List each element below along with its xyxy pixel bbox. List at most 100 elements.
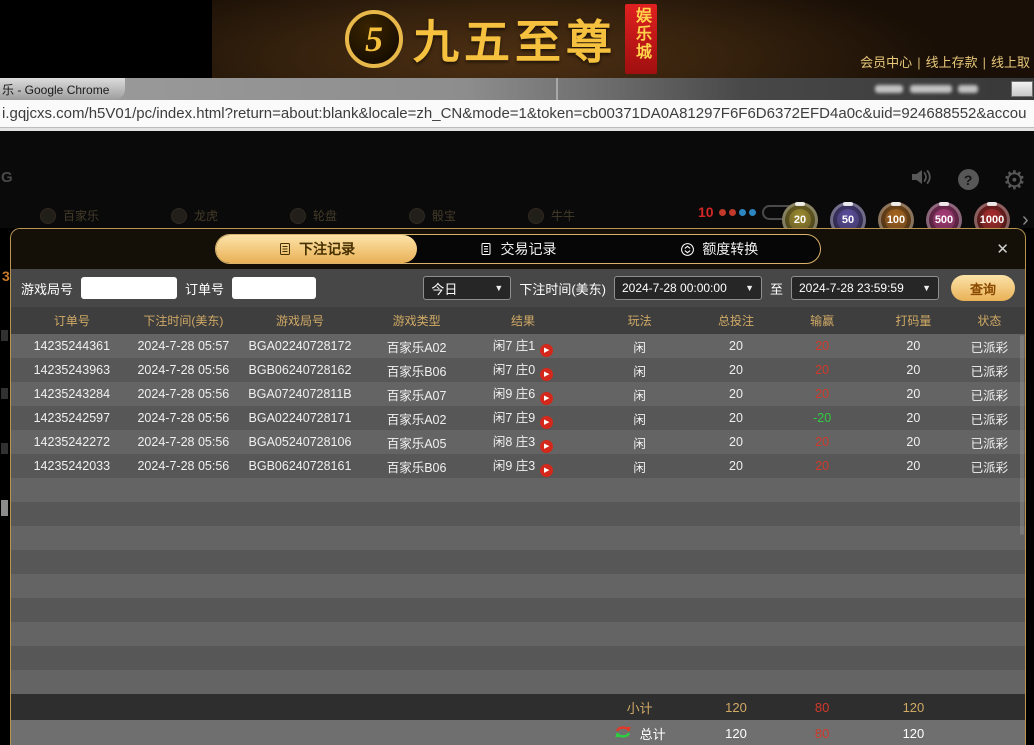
page-edge-blob bbox=[1, 500, 8, 516]
order-label: 订单号 bbox=[185, 281, 225, 297]
blurred-text bbox=[910, 85, 952, 93]
modal-tabs: 下注记录 交易记录 额度转换 bbox=[215, 234, 821, 264]
lobby-nav-item: 轮盘 bbox=[290, 207, 337, 224]
screen: 5 九五至尊 娱乐城 会员中心 | 线上存款 | 线上取 乐 - Google Chro… bbox=[0, 0, 1034, 745]
empty-row bbox=[11, 646, 1025, 670]
blurred-text bbox=[958, 85, 978, 93]
column-header: 下注时间(美东) bbox=[143, 314, 224, 328]
lobby-nav-item: 骰宝 bbox=[409, 207, 456, 224]
game-window: G ? ⚙ 百家乐 龙虎 轮盘 骰宝 牛牛 10 20 50 100 500 1000 › bbox=[0, 131, 1034, 238]
replay-icon[interactable]: ▶ bbox=[540, 391, 554, 405]
game-icon bbox=[290, 207, 307, 224]
header-link[interactable]: 线上取 bbox=[991, 55, 1030, 70]
to-label: 至 bbox=[769, 281, 783, 297]
column-header: 订单号 bbox=[53, 314, 90, 328]
volume-icon[interactable] bbox=[910, 167, 934, 192]
progress-dot bbox=[728, 208, 736, 216]
lobby-nav: 百家乐 龙虎 轮盘 骰宝 牛牛 bbox=[40, 207, 575, 224]
table-row: 14235243963 2024-7-28 05:56 BGB06240728162… bbox=[11, 358, 1025, 382]
table-body: 14235244361 2024-7-28 05:57 BGA02240728172… bbox=[11, 334, 1025, 694]
empty-row bbox=[11, 550, 1025, 574]
replay-icon[interactable]: ▶ bbox=[540, 367, 554, 381]
settings-icon[interactable]: ⚙ bbox=[1003, 167, 1026, 193]
subtotal-bet: 120 bbox=[725, 699, 747, 715]
empty-row bbox=[11, 526, 1025, 550]
subtotal-label: 小计 bbox=[626, 700, 653, 716]
table-row: 14235242272 2024-7-28 05:56 BGA05240728106… bbox=[11, 430, 1025, 454]
window-title: 乐 - Google Chrome bbox=[0, 78, 126, 100]
logo-coin-icon: 5 bbox=[345, 10, 403, 68]
end-time-select[interactable]: 2024-7-28 23:59:59 ▼ bbox=[791, 276, 939, 300]
window-control-button[interactable] bbox=[1011, 81, 1033, 97]
address-bar[interactable]: i.gqjcxs.com/h5V01/pc/index.html?return=… bbox=[0, 100, 1034, 128]
header-links: 会员中心 | 线上存款 | 线上取 bbox=[860, 52, 1030, 71]
game-icon bbox=[171, 207, 188, 224]
total-label: 总计 bbox=[639, 726, 666, 742]
filter-bar: 游戏局号 订单号 今日 ▼ 下注时间(美东) 2024-7-28 00:00:0… bbox=[11, 269, 1025, 307]
subtotal-turnover: 120 bbox=[902, 699, 925, 715]
game-toolbar: ? ⚙ bbox=[910, 167, 1026, 193]
blurred-text bbox=[875, 85, 903, 93]
transaction-records-icon bbox=[479, 242, 493, 256]
close-icon[interactable]: ✕ bbox=[996, 240, 1009, 258]
empty-row bbox=[11, 670, 1025, 694]
game-icon bbox=[528, 207, 545, 224]
replay-icon[interactable]: ▶ bbox=[540, 463, 554, 477]
tab-transfer[interactable]: 额度转换 bbox=[619, 235, 820, 263]
start-time-select[interactable]: 2024-7-28 00:00:00 ▼ bbox=[613, 276, 762, 300]
order-input[interactable] bbox=[232, 277, 317, 299]
scrollbar[interactable] bbox=[1020, 335, 1024, 535]
column-header: 总投注 bbox=[717, 314, 754, 328]
date-range-select[interactable]: 今日 ▼ bbox=[423, 276, 512, 300]
replay-icon[interactable]: ▶ bbox=[540, 343, 554, 357]
column-header: 输赢 bbox=[810, 314, 835, 328]
search-button[interactable]: 查询 bbox=[951, 275, 1015, 301]
column-header: 状态 bbox=[977, 314, 1002, 328]
replay-icon[interactable]: ▶ bbox=[540, 439, 554, 453]
total-turnover: 120 bbox=[902, 725, 925, 741]
table-row: 14235242597 2024-7-28 05:56 BGA02240728171… bbox=[11, 406, 1025, 430]
logo-badge: 娱乐城 bbox=[625, 4, 657, 74]
column-header: 结果 bbox=[511, 314, 536, 328]
lobby-nav-item: 龙虎 bbox=[171, 207, 218, 224]
page-edge-blob bbox=[1, 443, 8, 454]
modal-header: 下注记录 交易记录 额度转换 ✕ bbox=[11, 229, 1025, 269]
column-header: 游戏局号 bbox=[275, 314, 324, 328]
subtotal-row: 小计 120 80 120 bbox=[11, 694, 1025, 720]
table-row: 14235243284 2024-7-28 05:56 BGA0724072811B… bbox=[11, 382, 1025, 406]
table-row: 14235244361 2024-7-28 05:57 BGA02240728172… bbox=[11, 334, 1025, 358]
header-link[interactable]: 线上存款 bbox=[926, 55, 978, 70]
total-bet: 120 bbox=[725, 725, 747, 741]
chevron-down-icon: ▼ bbox=[745, 283, 754, 293]
header-link[interactable]: 会员中心 bbox=[860, 55, 912, 70]
lobby-nav-item: 牛牛 bbox=[528, 207, 575, 224]
chips-more-icon[interactable]: › bbox=[1022, 210, 1029, 230]
chevron-down-icon: ▼ bbox=[494, 283, 504, 293]
game-logo-fragment: G bbox=[1, 169, 13, 186]
empty-row bbox=[11, 478, 1025, 502]
replay-icon[interactable]: ▶ bbox=[540, 415, 554, 429]
progress-dot bbox=[738, 208, 746, 216]
tab-transaction-records[interactable]: 交易记录 bbox=[417, 235, 618, 263]
chevron-down-icon: ▼ bbox=[922, 283, 931, 293]
column-header: 游戏类型 bbox=[392, 314, 441, 328]
bet-time-label: 下注时间(美东) bbox=[519, 281, 606, 297]
progress-dot bbox=[718, 208, 726, 216]
tab-bet-records[interactable]: 下注记录 bbox=[216, 235, 418, 263]
game-round-input[interactable] bbox=[81, 277, 178, 299]
browser-titlebar: 乐 - Google Chrome bbox=[0, 78, 1034, 100]
game-icon bbox=[40, 207, 56, 224]
column-header: 玩法 bbox=[627, 314, 652, 328]
progress-badge: 10 bbox=[698, 204, 714, 220]
help-icon[interactable]: ? bbox=[957, 169, 979, 190]
empty-row bbox=[11, 598, 1025, 622]
page-edge-blob bbox=[1, 330, 8, 341]
table-header: 订单号 下注时间(美东) 游戏局号 游戏类型 结果 玩法 总投注 输赢 打码量 状态 bbox=[11, 307, 1025, 334]
total-winloss: 80 bbox=[814, 725, 830, 741]
swap-icon[interactable] bbox=[614, 725, 632, 742]
total-row: 总计 120 80 120 bbox=[11, 720, 1025, 745]
column-header: 打码量 bbox=[895, 314, 932, 328]
table-row: 14235242033 2024-7-28 05:56 BGB06240728161… bbox=[11, 454, 1025, 478]
records-modal: 下注记录 交易记录 额度转换 ✕ 游戏局号 订单号 今日 ▼ 下注时间(美东) 20… bbox=[10, 228, 1026, 745]
progress-dot bbox=[748, 208, 756, 216]
